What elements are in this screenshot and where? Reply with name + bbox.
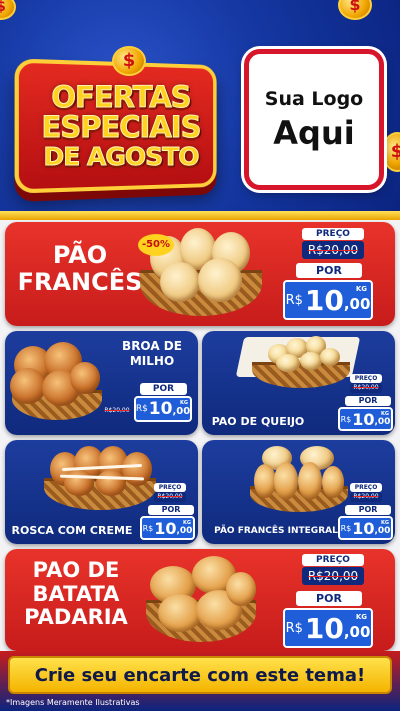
- price-integer: 10: [154, 518, 177, 538]
- new-price: R$ 10 ,00 KG: [283, 280, 373, 320]
- price-decimal: ,00: [176, 525, 193, 536]
- price-decimal: ,00: [172, 406, 191, 417]
- product-name: BROA DE MILHO: [122, 339, 182, 368]
- bread-image: [320, 348, 340, 366]
- price-decimal: ,00: [343, 295, 371, 313]
- price-label-por: POR: [345, 505, 391, 515]
- logo-text-line2: Aqui: [273, 113, 355, 152]
- price-label-preco: PREÇO: [302, 554, 364, 566]
- bread-image: [160, 262, 200, 302]
- unit-label: KG: [355, 285, 367, 293]
- unit-label: KG: [381, 411, 389, 417]
- price-integer: 10: [148, 399, 173, 419]
- bread-image: [276, 354, 300, 372]
- price-integer: 10: [352, 409, 375, 429]
- currency-symbol: R$: [135, 404, 148, 414]
- product-name: PAO DE BATATA PADARIA: [24, 558, 128, 630]
- bread-image: [298, 462, 322, 500]
- new-price: R$ 10 ,00 KG: [338, 516, 393, 540]
- price-label-preco: PREÇO: [350, 374, 382, 383]
- bread-image: [226, 572, 256, 606]
- disclaimer-text: *Imagens Meramente Ilustrativas: [6, 698, 140, 707]
- currency-symbol: R$: [285, 292, 303, 308]
- bread-image: [254, 464, 276, 498]
- currency-symbol: R$: [340, 414, 352, 424]
- coin-icon: $: [112, 46, 146, 76]
- unit-label: KG: [180, 400, 188, 406]
- currency-symbol: R$: [142, 523, 154, 533]
- price-integer: 10: [304, 283, 344, 317]
- unit-label: KG: [381, 520, 389, 526]
- price-decimal: ,00: [374, 416, 391, 427]
- price-integer: 10: [304, 611, 344, 645]
- price-label-por: POR: [140, 383, 187, 395]
- new-price: R$ 10 ,00 KG: [134, 396, 192, 422]
- old-price: R$20,00: [154, 492, 186, 502]
- bread-image: [122, 452, 152, 486]
- product-name: PÃO FRANCÊS: [17, 241, 143, 296]
- bread-image: [274, 462, 298, 500]
- new-price: R$ 10 ,00 KG: [283, 608, 373, 648]
- price-label-preco: PREÇO: [350, 483, 382, 492]
- unit-label: KG: [183, 520, 191, 526]
- title-line-2: ESPECIAIS: [41, 110, 202, 145]
- bread-image: [322, 466, 344, 498]
- coin-icon: $: [338, 0, 372, 20]
- currency-symbol: R$: [285, 620, 303, 636]
- product-name: PÃO FRANCÊS INTEGRAL: [214, 526, 338, 536]
- header-banner: $ $ $ $ OFERTAS ESPECIAIS DE AGOSTO Sua …: [0, 0, 400, 214]
- gold-divider: [0, 211, 400, 220]
- old-price: R$20,00: [302, 241, 364, 259]
- bread-image: [10, 368, 46, 404]
- price-label-por: POR: [148, 505, 194, 515]
- old-price: R$20,00: [104, 407, 130, 414]
- bread-image: [70, 362, 100, 394]
- price-label-por: POR: [296, 263, 362, 278]
- price-label-por: POR: [345, 396, 391, 406]
- old-price: R$20,00: [302, 567, 364, 585]
- unit-label: KG: [355, 613, 367, 621]
- price-label-por: POR: [296, 591, 362, 606]
- title-line-3: DE AGOSTO: [43, 142, 200, 172]
- bread-image: [300, 352, 322, 370]
- old-price: R$20,00: [350, 492, 382, 502]
- currency-symbol: R$: [340, 523, 352, 533]
- cta-banner[interactable]: Crie seu encarte com este tema!: [8, 656, 392, 694]
- bread-image: [96, 470, 126, 496]
- logo-text-line1: Sua Logo: [264, 87, 364, 110]
- product-name: ROSCA COM CREME: [11, 524, 133, 537]
- price-integer: 10: [352, 518, 375, 538]
- price-label-preco: PREÇO: [154, 483, 186, 492]
- logo-placeholder[interactable]: Sua Logo Aqui: [244, 49, 384, 190]
- product-name: PAO DE QUEIJO: [211, 415, 305, 428]
- discount-badge: -50%: [138, 234, 174, 256]
- price-label-preco: PREÇO: [302, 228, 364, 240]
- price-decimal: ,00: [343, 623, 371, 641]
- coin-icon: $: [0, 0, 16, 20]
- price-decimal: ,00: [374, 525, 391, 536]
- new-price: R$ 10 ,00 KG: [140, 516, 195, 540]
- new-price: R$ 10 ,00 KG: [338, 407, 393, 431]
- bread-image: [198, 258, 242, 302]
- old-price: R$20,00: [350, 383, 382, 393]
- title-line-1: OFERTAS: [51, 80, 192, 115]
- coin-icon: $: [382, 132, 400, 172]
